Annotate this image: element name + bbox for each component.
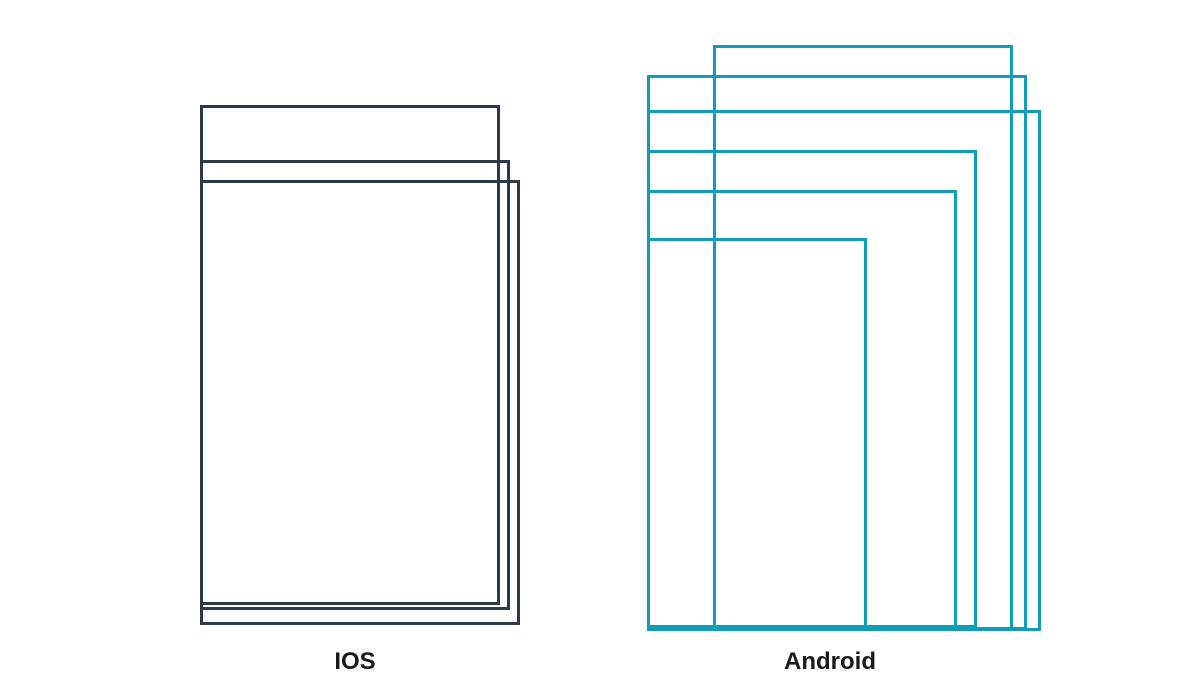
- ios-device-rect: [200, 180, 520, 625]
- diagram-container: IOS Android: [0, 0, 1200, 700]
- android-label: Android: [640, 648, 1020, 676]
- android-device-rect: [647, 238, 867, 628]
- ios-label: IOS: [200, 648, 510, 676]
